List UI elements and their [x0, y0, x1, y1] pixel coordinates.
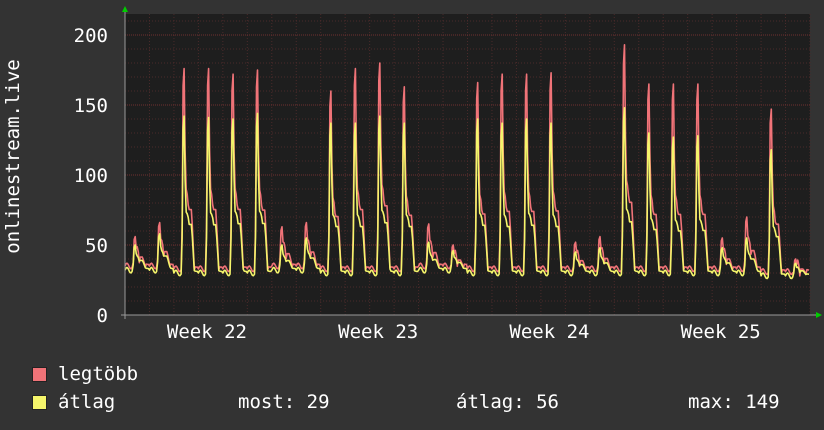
y-tick-label: 50	[85, 235, 108, 257]
x-axis-arrow	[816, 312, 822, 318]
legend-swatch-avg	[32, 395, 47, 410]
x-tick-label: Week 22	[167, 321, 247, 343]
stat-avg: átlag: 56	[456, 391, 559, 413]
y-axis-label: onlinestream.live	[2, 59, 24, 253]
y-axis-arrow	[122, 6, 128, 12]
legend-label-max: legtöbb	[58, 363, 139, 385]
stat-max: max: 149	[688, 391, 780, 413]
legend-swatch-max	[32, 367, 47, 382]
x-tick-label: Week 25	[681, 321, 761, 343]
y-tick-label: 0	[97, 305, 108, 327]
traffic-chart: 0 50 100 150 200 Week 22 Week 23 Week 24 Week 25…	[2, 6, 822, 343]
y-tick-label: 100	[74, 165, 108, 187]
y-tick-label: 150	[74, 95, 108, 117]
y-tick-label: 200	[74, 25, 108, 47]
stat-now: most: 29	[238, 391, 330, 413]
legend-label-avg: átlag	[58, 391, 116, 413]
x-tick-label: Week 24	[509, 321, 589, 343]
x-tick-label: Week 23	[338, 321, 418, 343]
